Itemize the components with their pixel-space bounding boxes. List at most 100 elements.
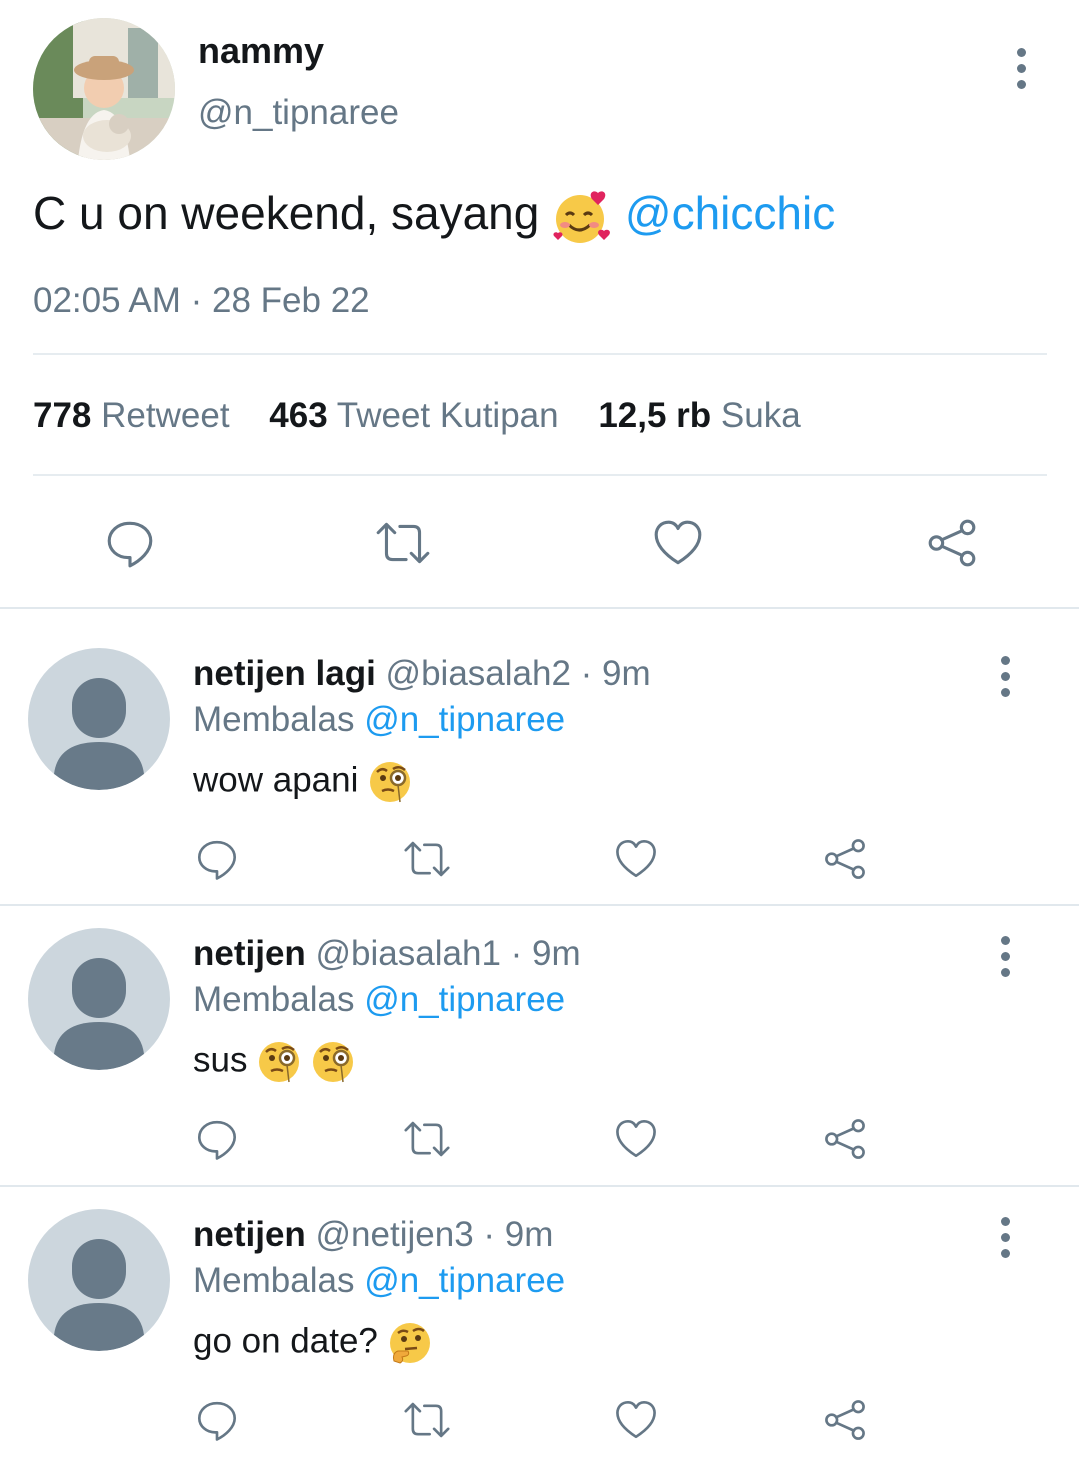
like-icon — [613, 836, 659, 882]
tweet-text: C u on weekend, sayang @chicchic — [33, 182, 835, 247]
quotes-stat[interactable]: 463 Tweet Kutipan — [269, 396, 558, 435]
reply-button[interactable] — [100, 513, 160, 573]
reply-button[interactable] — [190, 1393, 244, 1447]
retweets-stat[interactable]: 778 Retweet — [33, 396, 230, 435]
reply-author-name[interactable]: netijen lagi — [193, 654, 376, 693]
reply-avatar[interactable] — [28, 648, 170, 790]
retweet-icon — [400, 1116, 454, 1162]
reply-button[interactable] — [190, 832, 244, 886]
default-avatar-icon — [28, 648, 170, 790]
like-icon — [651, 516, 705, 570]
reply-body: wow apani — [193, 760, 359, 800]
reply-body: go on date? — [193, 1321, 378, 1361]
like-button[interactable] — [609, 1112, 663, 1166]
replying-label: Membalas — [193, 700, 355, 739]
reply-text: go on date? — [193, 1321, 432, 1365]
likes-label: Suka — [720, 396, 801, 435]
more-options-icon[interactable] — [1001, 1217, 1010, 1258]
reply-header: netijen @netijen3 · 9m — [193, 1215, 553, 1255]
likes-count: 12,5 rb — [598, 396, 712, 435]
reply-age[interactable]: 9m — [532, 934, 581, 973]
replying-to: Membalas @n_tipnaree — [193, 700, 565, 740]
tweet-date: 28 Feb 22 — [212, 281, 370, 320]
reply-author-handle[interactable]: @netijen3 — [316, 1215, 474, 1254]
retweet-icon — [372, 516, 434, 570]
reply-icon — [194, 1116, 240, 1162]
author-handle[interactable]: @n_tipnaree — [198, 93, 399, 133]
reply-text: wow apani — [193, 760, 412, 804]
mention-link[interactable]: @chicchic — [625, 187, 835, 239]
like-icon — [613, 1116, 659, 1162]
dot-separator: · — [483, 1215, 496, 1254]
reply-age[interactable]: 9m — [505, 1215, 554, 1254]
face-with-monocle-icon — [311, 1040, 355, 1084]
tweet-timestamp[interactable]: 02:05 AM · 28 Feb 22 — [33, 281, 370, 321]
reply-author-name[interactable]: netijen — [193, 934, 306, 973]
reply-author-handle[interactable]: @biasalah1 — [316, 934, 501, 973]
divider — [0, 607, 1079, 609]
face-with-monocle-icon — [257, 1040, 301, 1084]
author-avatar[interactable] — [33, 18, 175, 160]
default-avatar-icon — [28, 928, 170, 1070]
reply-avatar[interactable] — [28, 1209, 170, 1351]
retweet-button[interactable] — [397, 1393, 457, 1447]
quotes-label: Tweet Kutipan — [336, 396, 559, 435]
reply-avatar[interactable] — [28, 928, 170, 1070]
retweets-count: 778 — [33, 396, 92, 435]
share-icon — [925, 516, 979, 570]
retweet-button[interactable] — [397, 1112, 457, 1166]
face-with-monocle-icon — [368, 760, 412, 804]
thinking-face-icon — [388, 1321, 432, 1365]
retweet-button[interactable] — [397, 832, 457, 886]
divider — [33, 474, 1047, 476]
like-button[interactable] — [648, 513, 708, 573]
reply-button[interactable] — [190, 1112, 244, 1166]
default-avatar-icon — [28, 1209, 170, 1351]
reply-author-name[interactable]: netijen — [193, 1215, 306, 1254]
share-button[interactable] — [818, 1393, 872, 1447]
replying-to-link[interactable]: @n_tipnaree — [364, 700, 565, 739]
reply-icon — [103, 516, 157, 570]
divider — [33, 353, 1047, 355]
retweet-button[interactable] — [370, 513, 436, 573]
likes-stat[interactable]: 12,5 rb Suka — [598, 396, 800, 435]
reply-icon — [194, 1397, 240, 1443]
replying-to: Membalas @n_tipnaree — [193, 1261, 565, 1301]
share-button[interactable] — [818, 1112, 872, 1166]
divider — [0, 1185, 1079, 1187]
like-button[interactable] — [609, 1393, 663, 1447]
reply-text: sus — [193, 1040, 355, 1084]
more-options-icon[interactable] — [1001, 656, 1010, 697]
quotes-count: 463 — [269, 396, 328, 435]
share-button[interactable] — [922, 513, 982, 573]
like-button[interactable] — [609, 832, 663, 886]
reply-header: netijen @biasalah1 · 9m — [193, 934, 581, 974]
share-button[interactable] — [818, 832, 872, 886]
reply-body: sus — [193, 1040, 248, 1080]
tweet-stats: 778 Retweet 463 Tweet Kutipan 12,5 rb Su… — [33, 396, 801, 436]
dot-separator: · — [510, 934, 523, 973]
replying-to-link[interactable]: @n_tipnaree — [364, 1261, 565, 1300]
reply-header: netijen lagi @biasalah2 · 9m — [193, 654, 651, 694]
tweet-time: 02:05 AM — [33, 281, 181, 320]
reply-author-handle[interactable]: @biasalah2 — [386, 654, 571, 693]
retweet-icon — [400, 1397, 454, 1443]
divider — [0, 904, 1079, 906]
replying-label: Membalas — [193, 980, 355, 1019]
timestamp-separator: · — [190, 281, 203, 320]
reply-age[interactable]: 9m — [602, 654, 651, 693]
more-options-icon[interactable] — [1017, 48, 1026, 89]
replying-label: Membalas — [193, 1261, 355, 1300]
like-icon — [613, 1397, 659, 1443]
reply-icon — [194, 836, 240, 882]
smiling-face-with-hearts-icon — [552, 187, 612, 247]
replying-to-link[interactable]: @n_tipnaree — [364, 980, 565, 1019]
share-icon — [822, 1116, 868, 1162]
more-options-icon[interactable] — [1001, 936, 1010, 977]
author-name[interactable]: nammy — [198, 30, 324, 72]
dot-separator: · — [580, 654, 593, 693]
tweet-body: C u on weekend, sayang — [33, 187, 540, 239]
replying-to: Membalas @n_tipnaree — [193, 980, 565, 1020]
share-icon — [822, 1397, 868, 1443]
share-icon — [822, 836, 868, 882]
